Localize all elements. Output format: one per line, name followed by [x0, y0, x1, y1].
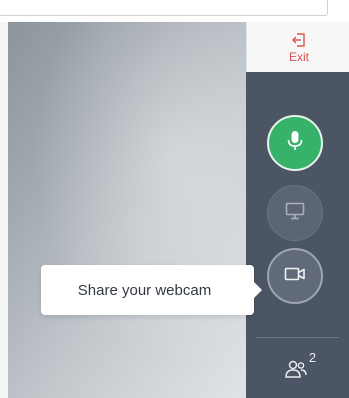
monitor-icon: [285, 202, 305, 225]
left-edge: [0, 22, 8, 398]
users-button[interactable]: 2: [272, 350, 328, 384]
video-camera-icon: [284, 266, 306, 287]
share-webcam-button[interactable]: [267, 248, 323, 304]
exit-button[interactable]: Exit: [261, 26, 337, 70]
exit-label: Exit: [288, 50, 309, 64]
exit-icon: [291, 32, 307, 48]
tooltip-text: Share your webcam: [77, 281, 212, 299]
share-screen-button[interactable]: [267, 185, 323, 241]
sidebar-divider: [256, 337, 339, 338]
webcam-tooltip: Share your webcam: [41, 265, 262, 315]
exit-area: Exit: [246, 22, 349, 72]
microphone-button[interactable]: [267, 115, 323, 171]
microphone-icon: [285, 130, 305, 157]
conference-window: Exit 2 Share your webcam: [0, 0, 349, 398]
media-sidebar: 2: [246, 72, 349, 398]
top-bar: [0, 0, 349, 22]
video-stage: [8, 22, 246, 398]
top-input-box[interactable]: [0, 0, 328, 16]
users-count: 2: [308, 350, 317, 365]
users-icon: [284, 359, 308, 384]
